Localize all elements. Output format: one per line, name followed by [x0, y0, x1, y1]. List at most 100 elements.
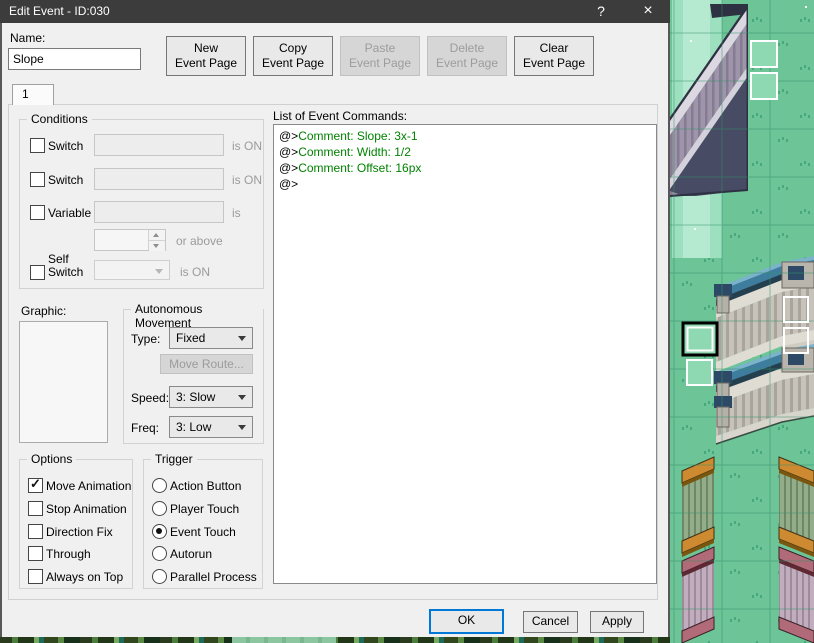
movement-type-select[interactable]: Fixed: [169, 327, 253, 349]
ok-button[interactable]: OK: [429, 609, 504, 634]
action-button-label[interactable]: Action Button: [170, 479, 241, 493]
event-touch-radio[interactable]: [152, 524, 167, 539]
variable-checkbox[interactable]: [30, 205, 45, 220]
button-line: Event Page: [261, 56, 325, 70]
stop-animation-label[interactable]: Stop Animation: [46, 502, 127, 516]
movement-speed-value: 3: Slow: [176, 390, 216, 404]
button-line: Event Page: [522, 56, 586, 70]
button-line: Event Page: [174, 56, 238, 70]
type-label: Type:: [131, 332, 161, 346]
event-touch-label[interactable]: Event Touch: [170, 525, 236, 539]
autorun-radio[interactable]: [152, 546, 167, 561]
direction-fix-checkbox[interactable]: [28, 524, 43, 539]
event-commands-label: List of Event Commands:: [273, 109, 408, 123]
options-group: Options Move Animation Stop Animation Di…: [19, 452, 133, 589]
command-prefix: @>: [279, 177, 299, 191]
button-line: New: [193, 41, 218, 55]
apply-button[interactable]: Apply: [590, 611, 644, 633]
switch2-label[interactable]: Switch: [48, 173, 83, 187]
conditions-group-title: Conditions: [27, 112, 92, 126]
command-text: Comment: Slope: 3x-1: [298, 129, 418, 143]
help-icon[interactable]: ?: [586, 0, 616, 23]
switch2-value-field: [94, 168, 224, 190]
options-group-title: Options: [27, 452, 77, 466]
chevron-down-icon: [155, 269, 163, 274]
always-on-top-checkbox[interactable]: [28, 569, 43, 584]
direction-fix-label[interactable]: Direction Fix: [46, 525, 113, 539]
event-command-row[interactable]: @>Comment: Offset: 16px: [274, 160, 656, 176]
autonomous-movement-group: Autonomous Movement Type: Fixed Move Rou…: [123, 302, 264, 444]
button-line: Event Page: [435, 56, 499, 70]
button-line: Event Page: [348, 56, 412, 70]
parallel-process-radio[interactable]: [152, 569, 167, 584]
move-route-button: Move Route...: [160, 354, 253, 374]
through-checkbox[interactable]: [28, 546, 43, 561]
conditions-group: Conditions Switch is ON Switch is ON Var…: [19, 112, 264, 289]
parallel-process-label[interactable]: Parallel Process: [170, 570, 257, 584]
copy-event-page-button[interactable]: Copy Event Page: [253, 36, 333, 76]
button-line: Clear: [539, 41, 569, 55]
stop-animation-checkbox[interactable]: [28, 501, 43, 516]
graphic-preview-box[interactable]: [19, 321, 108, 443]
command-prefix: @>: [279, 129, 299, 143]
title-bar[interactable]: Edit Event - ID:030 ? ×: [0, 0, 670, 23]
spin-down-icon: [149, 241, 165, 251]
movement-freq-value: 3: Low: [176, 420, 212, 434]
event-command-row[interactable]: @>Comment: Width: 1/2: [274, 144, 656, 160]
self-switch-checkbox[interactable]: [30, 265, 45, 280]
move-animation-label[interactable]: Move Animation: [46, 479, 131, 493]
close-icon[interactable]: ×: [628, 0, 668, 23]
event-box[interactable]: [686, 359, 713, 386]
tab-page-1[interactable]: 1: [12, 84, 54, 105]
command-text: Comment: Offset: 16px: [298, 161, 422, 175]
new-event-page-button[interactable]: New Event Page: [166, 36, 246, 76]
through-label[interactable]: Through: [46, 547, 91, 561]
event-commands-listbox[interactable]: @>Comment: Slope: 3x-1 @>Comment: Width:…: [273, 124, 657, 584]
switch1-suffix: is ON: [232, 139, 262, 153]
action-button-radio[interactable]: [152, 478, 167, 493]
button-line: Copy: [278, 41, 307, 55]
autorun-label[interactable]: Autorun: [170, 547, 212, 561]
move-animation-checkbox[interactable]: [28, 476, 43, 493]
name-input[interactable]: [8, 48, 141, 70]
delete-event-page-button: Delete Event Page: [427, 36, 507, 76]
paste-event-page-button: Paste Event Page: [340, 36, 420, 76]
name-label: Name:: [10, 31, 46, 45]
switch2-checkbox[interactable]: [30, 172, 45, 187]
switch1-checkbox[interactable]: [30, 138, 45, 153]
player-touch-label[interactable]: Player Touch: [170, 502, 239, 516]
edit-event-dialog: Edit Event - ID:030 ? × Name: NewEvent P…: [0, 0, 670, 637]
trigger-group-title: Trigger: [151, 452, 197, 466]
movement-freq-select[interactable]: 3: Low: [169, 416, 253, 438]
always-on-top-label[interactable]: Always on Top: [46, 570, 123, 584]
spinner-buttons: [148, 230, 165, 251]
self-switch-select: [94, 260, 170, 280]
window-title: Edit Event - ID:030: [9, 4, 110, 18]
event-page-panel: Conditions Switch is ON Switch is ON Var…: [8, 104, 658, 600]
button-line: Paste: [364, 41, 396, 55]
event-box[interactable]: [750, 40, 778, 68]
movement-type-value: Fixed: [176, 331, 206, 345]
switch1-label[interactable]: Switch: [48, 139, 83, 153]
variable-label[interactable]: Variable: [48, 206, 91, 220]
movement-speed-select[interactable]: 3: Slow: [169, 386, 253, 408]
variable-suffix: is: [232, 206, 241, 220]
clear-event-page-button[interactable]: Clear Event Page: [514, 36, 594, 76]
self-switch-label[interactable]: Self Switch: [48, 253, 83, 279]
player-touch-radio[interactable]: [152, 501, 167, 516]
event-command-row[interactable]: @>Comment: Slope: 3x-1: [274, 128, 656, 144]
trigger-group: Trigger Action Button Player Touch Event…: [143, 452, 263, 589]
command-prefix: @>: [279, 161, 299, 175]
command-text: Comment: Width: 1/2: [298, 145, 411, 159]
speed-label: Speed:: [131, 391, 170, 405]
staircase-middle-right: [714, 256, 814, 445]
variable-value-field: [94, 201, 224, 223]
cancel-button[interactable]: Cancel: [523, 611, 578, 633]
map-background[interactable]: [670, 0, 814, 643]
event-command-row[interactable]: @>: [274, 176, 656, 192]
or-above-label: or above: [176, 234, 223, 248]
event-box[interactable]: [750, 72, 778, 100]
spin-up-icon: [149, 230, 165, 241]
graphic-label: Graphic:: [21, 304, 67, 318]
map-bottom-strip-light: [232, 637, 336, 643]
